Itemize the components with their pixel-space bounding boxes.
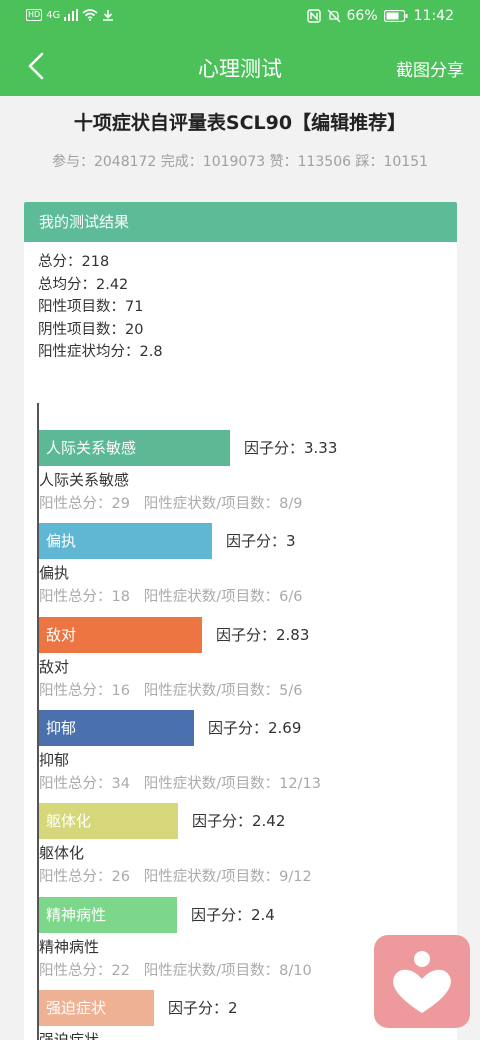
factor-score-label: 因子分：2.42: [192, 812, 286, 830]
screenshot-share-button[interactable]: 截图分享: [396, 56, 464, 81]
battery-percent: 66%: [346, 8, 378, 24]
wifi-icon: [82, 9, 98, 21]
factor-name: 强迫症状: [39, 1031, 100, 1040]
factor-bar: 偏执: [39, 523, 212, 559]
test-stats: 参与：2048172 完成：1019073 赞：113506 踩：10151: [51, 154, 429, 170]
factor-bar: 强迫症状: [39, 990, 154, 1026]
factor-name: 偏执: [39, 564, 70, 582]
status-right: 66% 11:42: [306, 8, 454, 24]
summary-total-score: 总分：218: [38, 254, 110, 270]
factor-score-label: 因子分：2.69: [208, 719, 302, 737]
factor-detail: 阳性总分：16 阳性症状数/项目数：5/6: [39, 683, 303, 699]
factor-detail: 阳性总分：34 阳性症状数/项目数：12/13: [39, 776, 321, 792]
summary-positive-average: 阳性症状均分：2.8: [38, 344, 163, 360]
factor-bar: 人际关系敏感: [39, 430, 230, 466]
factor-detail: 阳性总分：29 阳性症状数/项目数：8/9: [39, 496, 303, 512]
factor-name: 躯体化: [39, 844, 85, 862]
summary-average-score: 总均分：2.42: [38, 276, 129, 293]
factor-score-label: 因子分：3.33: [244, 439, 338, 457]
mute-icon: [327, 9, 341, 23]
result-summary: 总分：218 总均分：2.42 阳性项目数：71 阴性项目数：20 阳性症状均分…: [38, 251, 163, 364]
clock: 11:42: [413, 8, 454, 24]
signal-icon: [64, 9, 79, 21]
factor-name: 精神病性: [39, 938, 100, 956]
test-title: 十项症状自评量表SCL90【编辑推荐】: [73, 112, 407, 134]
battery-icon: [383, 10, 408, 22]
factor-score-label: 因子分：2.4: [191, 906, 275, 924]
signal-label: 4G: [46, 9, 61, 21]
factor-bar: 躯体化: [39, 803, 178, 839]
summary-negative-items: 阴性项目数：20: [38, 321, 144, 338]
status-bar: HD 4G 66% 11:42: [0, 0, 480, 36]
factor-detail: 阳性总分：22 阳性症状数/项目数：8/10: [39, 963, 312, 979]
download-icon: [103, 10, 114, 21]
factor-score-label: 因子分：3: [226, 532, 296, 550]
floating-heart-button[interactable]: [374, 935, 470, 1028]
factor-bar: 抑郁: [39, 710, 194, 746]
factor-bar: 敌对: [39, 617, 202, 653]
heart-person-icon: [393, 951, 451, 1013]
nfc-icon: [306, 9, 321, 23]
summary-positive-items: 阳性项目数：71: [38, 299, 144, 315]
hd-indicator: HD: [26, 9, 43, 21]
factor-name: 人际关系敏感: [39, 471, 130, 489]
factor-name: 敌对: [39, 658, 70, 676]
factor-score-label: 因子分：2.83: [216, 626, 310, 644]
factor-detail: 阳性总分：26 阳性症状数/项目数：9/12: [39, 869, 312, 885]
factor-bar: 精神病性: [39, 897, 177, 933]
result-card-header: 我的测试结果: [24, 202, 457, 242]
status-left: HD 4G: [26, 9, 114, 21]
factor-detail: 阳性总分：18 阳性症状数/项目数：6/6: [39, 589, 303, 605]
app-bar: 心理测试 截图分享: [0, 36, 480, 96]
factor-score-label: 因子分：2: [168, 999, 238, 1017]
factor-name: 抑郁: [39, 751, 70, 769]
